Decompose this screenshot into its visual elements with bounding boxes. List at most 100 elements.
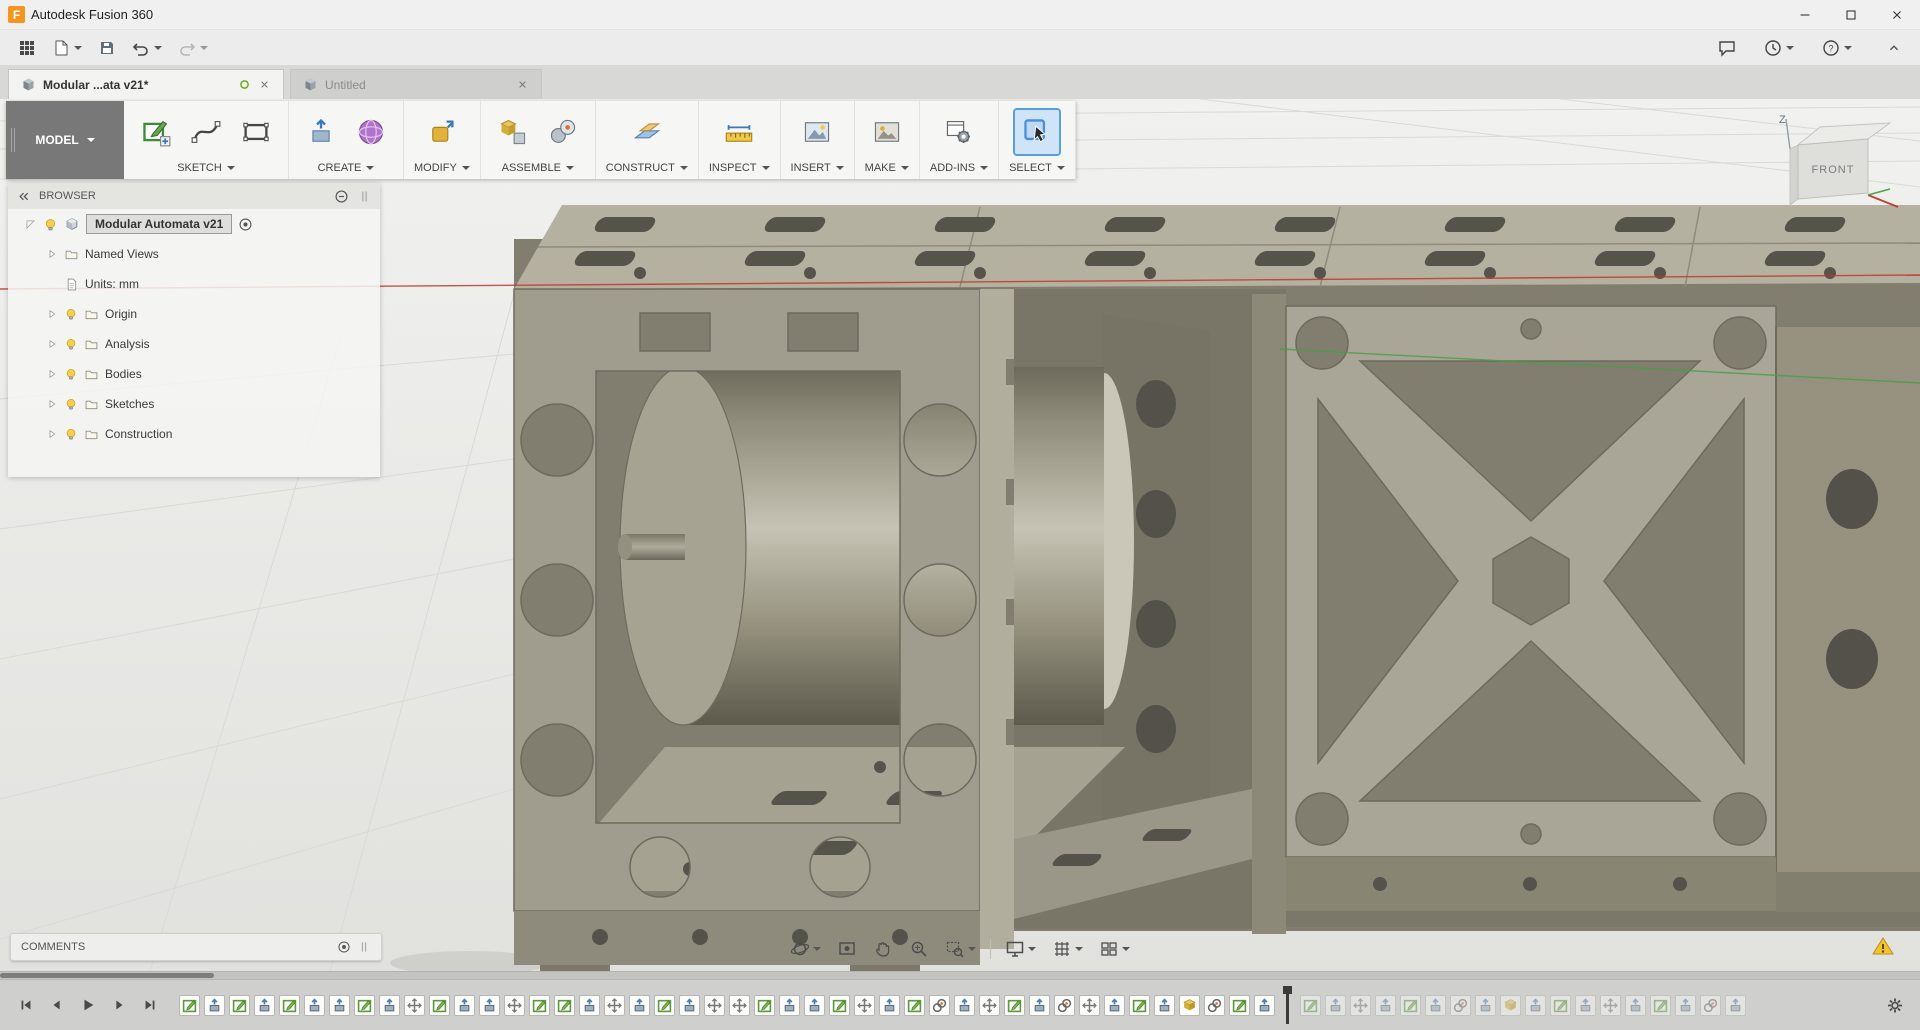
timeline-feature-sketch[interactable]	[1229, 994, 1250, 1016]
save-floppy-button[interactable]	[92, 35, 122, 61]
timeline-feature-move[interactable]	[729, 994, 750, 1016]
comments-target-circle-icon[interactable]	[337, 940, 351, 954]
browser-collapse-icon[interactable]	[16, 189, 31, 204]
timeline-feature-sketch[interactable]	[179, 994, 200, 1016]
timeline-feature-extrude[interactable]	[1575, 994, 1596, 1016]
select-cursor-button[interactable]	[1012, 108, 1061, 156]
expand-arrow-icon[interactable]	[46, 338, 58, 350]
form-sphere-button[interactable]	[349, 110, 393, 154]
viewcube[interactable]: Z FRONT	[1772, 111, 1904, 219]
timeline-feature-extrude[interactable]	[1029, 994, 1050, 1016]
timeline-feature-extrude[interactable]	[954, 994, 975, 1016]
visibility-bulb-icon[interactable]	[64, 397, 78, 411]
extrude-button[interactable]	[299, 110, 343, 154]
browser-grip-icon[interactable]	[357, 189, 372, 204]
timeline-feature-sketch[interactable]	[279, 994, 300, 1016]
timeline-scroll-thumb[interactable]	[0, 973, 214, 978]
undo-arrow-button[interactable]	[126, 35, 168, 61]
timeline-feature-move[interactable]	[504, 994, 525, 1016]
timeline-feature-extrude[interactable]	[779, 994, 800, 1016]
root-visibility-bulb-icon[interactable]	[43, 217, 58, 232]
browser-collapse-button[interactable]	[16, 189, 31, 204]
browser-item-bodies[interactable]: Bodies	[8, 359, 380, 389]
timeline-feature-sketch[interactable]	[1650, 994, 1671, 1016]
browser-options-icon[interactable]	[334, 189, 349, 204]
expand-arrow-icon[interactable]	[46, 398, 58, 410]
ribbon-group-dropdown[interactable]: MODIFY	[414, 159, 470, 176]
timeline-feature-extrude[interactable]	[479, 994, 500, 1016]
timeline-playhead[interactable]	[1283, 986, 1292, 1024]
redo-arrow-button[interactable]	[172, 35, 214, 61]
timeline-feature-sketch[interactable]	[429, 994, 450, 1016]
ribbon-group-dropdown[interactable]: SELECT	[1009, 159, 1065, 176]
workspace-selector[interactable]: MODEL	[6, 101, 124, 179]
go-to-end-button[interactable]	[136, 992, 163, 1019]
ribbon-group-dropdown[interactable]: ASSEMBLE	[502, 159, 574, 176]
timeline-feature-sketch[interactable]	[1550, 994, 1571, 1016]
tab-close-button[interactable]	[258, 78, 271, 91]
timeline-feature-sketch[interactable]	[1300, 994, 1321, 1016]
browser-grip[interactable]	[357, 189, 372, 204]
timeline-feature-sketch[interactable]	[1129, 994, 1150, 1016]
timeline-feature-joint[interactable]	[929, 994, 950, 1016]
visibility-bulb-icon[interactable]	[64, 367, 78, 381]
grid-display-button[interactable]	[1050, 937, 1085, 961]
comments-bar[interactable]: COMMENTS	[10, 933, 382, 961]
timeline-feature-extrude[interactable]	[879, 994, 900, 1016]
document-tab[interactable]: Modular ...ata v21*	[8, 69, 284, 99]
measure-button[interactable]	[717, 110, 761, 154]
timeline-feature-sketch[interactable]	[1400, 994, 1421, 1016]
ribbon-group-dropdown[interactable]: SKETCH	[177, 159, 235, 176]
timeline-feature-extrude[interactable]	[1625, 994, 1646, 1016]
timeline-feature-extrude[interactable]	[629, 994, 650, 1016]
browser-item-unitsmm[interactable]: Units: mm	[8, 269, 380, 299]
tab-close-button[interactable]	[516, 78, 529, 91]
zoom-window-button[interactable]	[943, 937, 978, 961]
timeline-feature-extrude[interactable]	[1725, 994, 1746, 1016]
timeline-feature-move[interactable]	[404, 994, 425, 1016]
help-circle-button[interactable]: ?	[1816, 35, 1858, 61]
addins-gear-button[interactable]	[937, 110, 981, 154]
root-activate-icon[interactable]	[238, 217, 253, 232]
display-monitor-button[interactable]	[1003, 937, 1038, 961]
app-grid-button[interactable]	[12, 35, 42, 61]
ribbon-group-dropdown[interactable]: CREATE	[318, 159, 375, 176]
model-assembly[interactable]	[390, 205, 1920, 971]
timeline-feature-extrude[interactable]	[329, 994, 350, 1016]
timeline-feature-move[interactable]	[979, 994, 1000, 1016]
spline-button[interactable]	[184, 110, 228, 154]
timeline-feature-extrude[interactable]	[1425, 994, 1446, 1016]
browser-options-button[interactable]	[334, 189, 349, 204]
file-doc-button[interactable]	[46, 35, 88, 61]
timeline-feature-sketch[interactable]	[554, 994, 575, 1016]
timeline-feature-extrude[interactable]	[1254, 994, 1275, 1016]
browser-item-origin[interactable]: Origin	[8, 299, 380, 329]
timeline-feature-sketch[interactable]	[1004, 994, 1025, 1016]
timeline-feature-extrude[interactable]	[1675, 994, 1696, 1016]
timeline-feature-extrude[interactable]	[1375, 994, 1396, 1016]
rect-tool-button[interactable]	[234, 110, 278, 154]
make-print-button[interactable]	[865, 110, 909, 154]
timeline-feature-extrude[interactable]	[454, 994, 475, 1016]
timeline-feature-move[interactable]	[1350, 994, 1371, 1016]
plane-construct-button[interactable]	[625, 110, 669, 154]
ribbon-group-dropdown[interactable]: INSERT	[791, 159, 844, 176]
comment-bubble-button[interactable]	[1712, 35, 1742, 61]
timeline-feature-component[interactable]	[1179, 994, 1200, 1016]
timeline-scrollbar[interactable]	[0, 972, 1920, 980]
document-tab[interactable]: Untitled	[290, 69, 542, 99]
expand-arrow-icon[interactable]	[46, 428, 58, 440]
step-forward-button[interactable]	[105, 992, 132, 1019]
viewcube-left-face[interactable]	[1789, 144, 1799, 206]
timeline-feature-extrude[interactable]	[1154, 994, 1175, 1016]
timeline-feature-extrude[interactable]	[1325, 994, 1346, 1016]
minimize-window-button[interactable]	[1782, 0, 1828, 29]
timeline-feature-extrude[interactable]	[204, 994, 225, 1016]
play-button[interactable]	[74, 992, 101, 1019]
root-expand-icon[interactable]	[24, 218, 37, 231]
ribbon-group-dropdown[interactable]: ADD-INS	[930, 159, 989, 176]
timeline-feature-sketch[interactable]	[354, 994, 375, 1016]
timeline-feature-sketch[interactable]	[754, 994, 775, 1016]
sketch-create-button[interactable]	[134, 110, 178, 154]
browser-item-sketches[interactable]: Sketches	[8, 389, 380, 419]
